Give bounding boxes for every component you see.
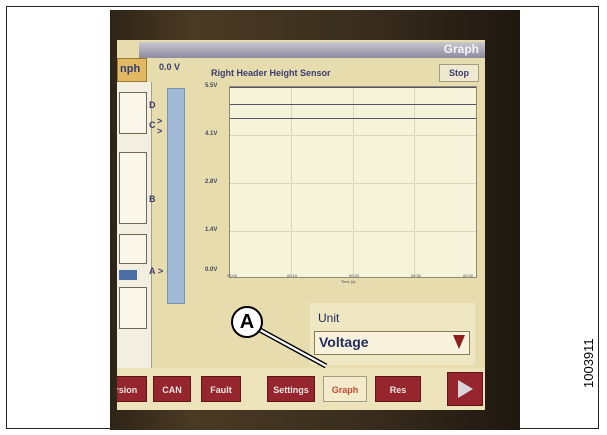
tab-version[interactable]: Version xyxy=(117,376,147,402)
y-tick-label: 0.0V xyxy=(205,267,218,273)
level-label-c: C xyxy=(149,120,156,130)
level-label-a: A xyxy=(149,266,156,276)
panel-widget[interactable] xyxy=(119,287,147,329)
panel-widget[interactable] xyxy=(119,234,147,264)
x-tick-label: 00:30 xyxy=(411,273,422,278)
stop-button[interactable]: Stop xyxy=(439,64,479,82)
voltage-readout: 0.0 V xyxy=(159,62,181,72)
grid-line xyxy=(353,87,354,277)
grid-line xyxy=(230,183,476,184)
unit-panel: Unit Voltage xyxy=(310,303,475,365)
sensor-level-bar xyxy=(167,88,185,304)
grid-line xyxy=(230,231,476,232)
panel-indicator xyxy=(119,270,137,280)
tab-res[interactable]: Res xyxy=(375,376,421,402)
panel-widget[interactable] xyxy=(119,152,147,224)
play-right-icon xyxy=(458,380,473,398)
panel-widget[interactable] xyxy=(119,92,147,134)
level-marker-a: > xyxy=(158,266,164,276)
y-tick-label: 1.4V xyxy=(205,227,218,233)
tab-can[interactable]: CAN xyxy=(153,376,191,402)
dropdown-arrow-icon[interactable] xyxy=(453,335,465,349)
x-tick-label: 00:10 xyxy=(287,273,298,278)
left-side-panel xyxy=(117,82,152,372)
reference-level-line xyxy=(230,104,476,105)
next-page-button[interactable] xyxy=(447,372,483,406)
unit-dropdown[interactable]: Voltage xyxy=(314,331,470,355)
reference-level-line xyxy=(230,118,476,119)
grid-line xyxy=(414,87,415,277)
tab-settings[interactable]: Settings xyxy=(267,376,315,402)
unit-label: Unit xyxy=(318,311,340,325)
left-tab[interactable]: nph xyxy=(117,58,147,82)
figure-id: 1003911 xyxy=(581,338,596,388)
y-tick-label: 5.5V xyxy=(205,83,218,89)
y-tick-label: 2.8V xyxy=(205,179,218,185)
grid-line xyxy=(291,87,292,277)
x-axis-label: Time (s) xyxy=(341,279,356,284)
x-tick-label: 00:00 xyxy=(227,273,238,278)
y-tick-label: 4.1V xyxy=(205,131,218,137)
screen-title: Graph xyxy=(443,42,479,56)
level-marker: > xyxy=(157,126,163,136)
sensor-title: Right Header Height Sensor xyxy=(211,68,331,78)
tab-graph[interactable]: Graph xyxy=(323,376,367,402)
level-marker-c: > xyxy=(157,116,163,126)
display-screen: Graph nph 0.0 V D C > > B A > Right Head… xyxy=(117,40,485,410)
graph-plot-area xyxy=(229,86,477,278)
bottom-tab-bar: Version CAN Fault Settings Graph Res xyxy=(117,368,485,410)
callout-a: A xyxy=(231,306,263,338)
level-label-b: B xyxy=(149,194,156,204)
reference-level-line xyxy=(230,87,476,88)
title-bar: Graph xyxy=(139,42,485,58)
level-label-d: D xyxy=(149,100,156,110)
x-tick-label: 00:40 xyxy=(463,273,474,278)
grid-line xyxy=(230,135,476,136)
x-tick-label: 00:20 xyxy=(349,273,360,278)
tab-fault[interactable]: Fault xyxy=(201,376,241,402)
unit-selected-value: Voltage xyxy=(319,334,369,350)
